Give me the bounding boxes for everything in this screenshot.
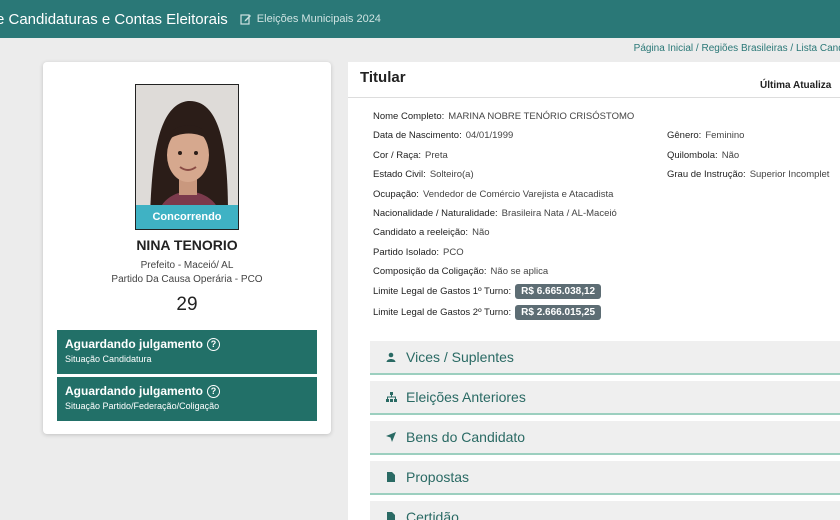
field-estado-civil: Estado Civil: Solteiro(a) <box>373 169 474 180</box>
candidate-party: Partido Da Causa Operária - PCO <box>111 274 263 285</box>
section-vices-suplentes[interactable]: Vices / Suplentes <box>370 341 840 375</box>
field-quilombola: Quilombola: Não <box>667 150 740 161</box>
section-label: Certidão <box>406 509 459 520</box>
section-eleicoes-anteriores[interactable]: Eleições Anteriores <box>370 381 840 415</box>
help-icon[interactable]: ? <box>207 384 220 398</box>
limit-badge: R$ 6.665.038,12 <box>515 284 602 299</box>
section-label: Bens do Candidato <box>406 429 526 445</box>
field-nascimento: Data de Nascimento: 04/01/1999 <box>373 130 514 141</box>
edit-icon <box>240 14 251 25</box>
section-label: Propostas <box>406 469 470 485</box>
panel-title: Titular <box>360 69 406 86</box>
section-label: Vices / Suplentes <box>406 349 514 365</box>
section-bens[interactable]: Bens do Candidato <box>370 421 840 455</box>
photo-status: Concorrendo <box>136 205 238 229</box>
field-cor: Cor / Raça: Preta <box>373 150 448 161</box>
status-box-candidatura: Aguardando julgamento? Situação Candidat… <box>57 330 317 374</box>
file-icon <box>384 470 398 484</box>
field-nacionalidade: Nacionalidade / Naturalidade: Brasileira … <box>373 208 617 219</box>
status-title: Aguardando julgamento <box>65 337 203 351</box>
candidate-name: NINA TENORIO <box>136 237 238 253</box>
sitemap-icon <box>384 390 398 404</box>
help-icon[interactable]: ? <box>207 337 220 351</box>
status-subtitle: Situação Candidatura <box>65 354 152 364</box>
limit-badge: R$ 2.666.015,25 <box>515 305 602 320</box>
section-propostas[interactable]: Propostas <box>370 461 840 495</box>
location-arrow-icon <box>384 430 398 444</box>
section-certidao[interactable]: Certidão <box>370 501 840 520</box>
election-label: Eleições Municipais 2024 <box>256 13 381 25</box>
candidate-card: Concorrendo NINA TENORIO Prefeito - Mace… <box>43 62 331 434</box>
divider <box>348 97 840 98</box>
file-icon <box>384 510 398 520</box>
field-reeleicao: Candidato a reeleição: Não <box>373 227 490 238</box>
field-coligacao: Composição da Coligação: Não se aplica <box>373 266 549 277</box>
last-update: Última Atualiza <box>760 80 832 91</box>
top-bar: e Candidaturas e Contas Eleitorais Eleiç… <box>0 0 840 38</box>
field-partido: Partido Isolado: PCO <box>373 247 464 258</box>
breadcrumb[interactable]: Página Inicial / Regiões Brasileiras / L… <box>634 43 840 54</box>
status-title: Aguardando julgamento <box>65 384 203 398</box>
candidate-office: Prefeito - Maceió/ AL <box>140 260 234 271</box>
field-limite-2: Limite Legal de Gastos 2º Turno: R$ 2.666… <box>373 305 602 320</box>
election-link[interactable]: Eleições Municipais 2024 <box>240 13 381 25</box>
candidate-number: 29 <box>176 294 198 315</box>
field-nome: Nome Completo: MARINA NOBRE TENÓRIO CRISÓ… <box>373 111 635 122</box>
field-instrucao: Grau de Instrução: Superior Incomplet <box>667 169 830 180</box>
status-subtitle: Situação Partido/Federação/Coligação <box>65 401 220 411</box>
section-label: Eleições Anteriores <box>406 389 526 405</box>
user-icon <box>384 350 398 364</box>
details-panel: Titular Última Atualiza Nome Completo: MA… <box>348 62 840 520</box>
app-title: e Candidaturas e Contas Eleitorais <box>0 10 228 28</box>
field-genero: Gênero: Feminino <box>667 130 745 141</box>
candidate-photo: Concorrendo <box>135 84 239 230</box>
field-ocupacao: Ocupação: Vendedor de Comércio Varejista … <box>373 189 614 200</box>
status-box-partido: Aguardando julgamento? Situação Partido/… <box>57 377 317 421</box>
field-limite-1: Limite Legal de Gastos 1º Turno: R$ 6.665… <box>373 284 602 299</box>
